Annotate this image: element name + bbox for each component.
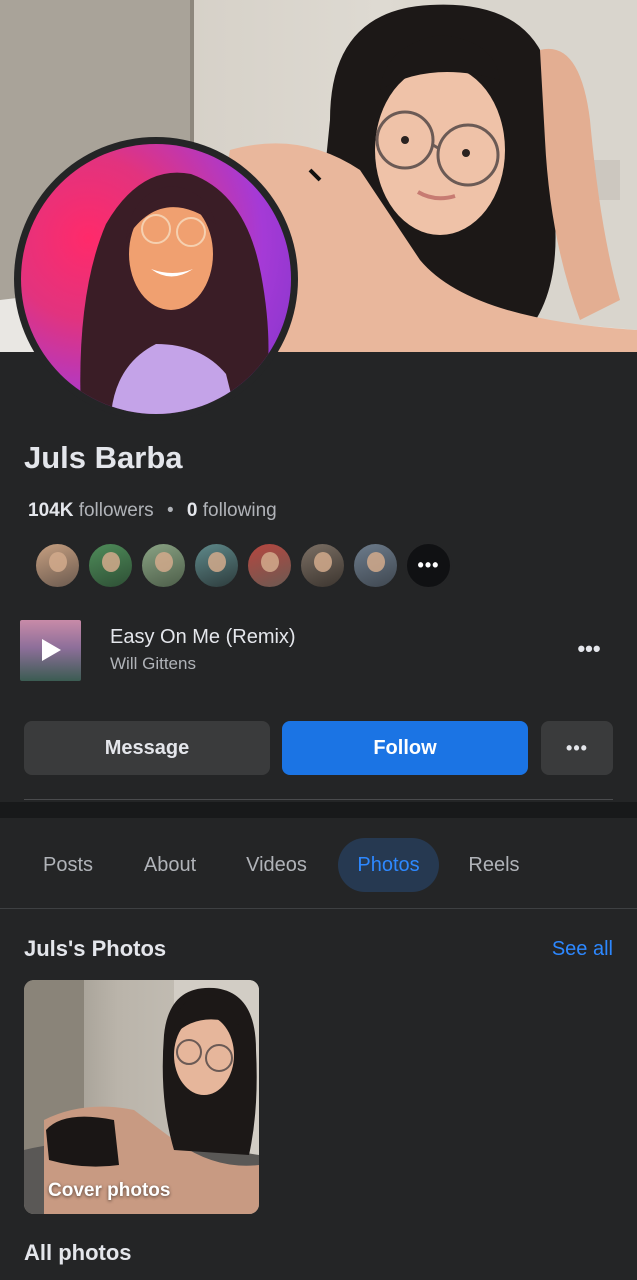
- following-label[interactable]: following: [203, 500, 277, 521]
- friend-avatar[interactable]: [299, 542, 346, 589]
- all-photos-heading: All photos: [24, 1240, 132, 1265]
- profile-name: Juls Barba: [24, 440, 183, 475]
- tab-photos[interactable]: Photos: [338, 838, 439, 892]
- section-separator: [0, 802, 637, 818]
- following-count[interactable]: 0: [187, 500, 198, 521]
- friend-avatar[interactable]: [246, 542, 293, 589]
- music-artist: Will Gittens: [110, 654, 196, 673]
- friend-avatar[interactable]: [193, 542, 240, 589]
- follow-button[interactable]: Follow: [282, 721, 528, 775]
- message-button[interactable]: Message: [24, 721, 270, 775]
- mutual-friends-row: •••: [34, 542, 458, 589]
- friend-avatar[interactable]: [352, 542, 399, 589]
- more-options-button[interactable]: •••: [541, 721, 613, 775]
- album-label: Cover photos: [48, 1180, 171, 1201]
- photos-section-title: Juls's Photos: [24, 936, 167, 961]
- followers-count[interactable]: 104K: [28, 500, 73, 521]
- tab-videos[interactable]: Videos: [230, 838, 323, 892]
- divider: [0, 908, 637, 909]
- cover-photos-album[interactable]: Cover photos: [24, 980, 259, 1214]
- profile-avatar[interactable]: [14, 137, 298, 421]
- stats-separator: •: [166, 500, 174, 521]
- friend-avatar[interactable]: [140, 542, 187, 589]
- music-thumbnail[interactable]: [20, 620, 81, 681]
- music-more-button[interactable]: •••: [566, 634, 612, 664]
- friend-avatar[interactable]: [34, 542, 81, 589]
- see-all-link[interactable]: See all: [552, 938, 613, 961]
- followers-label[interactable]: followers: [79, 500, 154, 521]
- tab-about[interactable]: About: [127, 838, 213, 892]
- profile-tabs: Posts About Videos Photos Reels: [0, 838, 637, 892]
- music-title[interactable]: Easy On Me (Remix): [110, 626, 296, 649]
- friend-avatar[interactable]: [87, 542, 134, 589]
- tab-posts[interactable]: Posts: [24, 838, 112, 892]
- play-icon: [42, 639, 61, 661]
- tab-reels[interactable]: Reels: [455, 838, 533, 892]
- more-friends-button[interactable]: •••: [405, 542, 452, 589]
- divider: [24, 799, 613, 800]
- follow-stats: 104K followers • 0 following: [28, 500, 277, 522]
